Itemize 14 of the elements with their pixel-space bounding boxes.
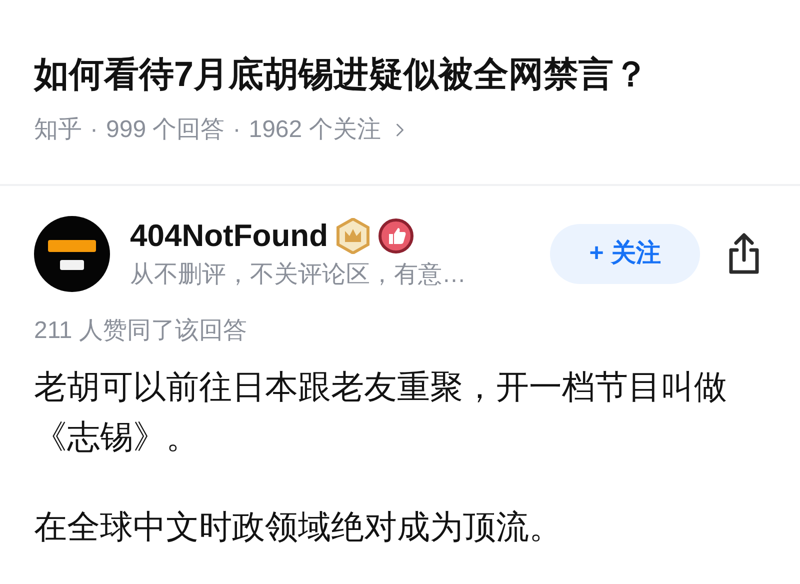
question-meta: 知乎: [34, 115, 82, 145]
crown-badge-icon: [336, 218, 370, 254]
vote-count: 211 人赞同了该回答: [34, 316, 248, 346]
author-name[interactable]: 404NotFound: [130, 216, 328, 256]
question-meta: 999 个回答: [106, 115, 225, 145]
follow-button[interactable]: + 关注: [550, 224, 700, 284]
answer-paragraph: 老胡可以前往日本跟老友重聚，开一档节目叫做《志锡》。: [34, 367, 728, 457]
answer-paragraph: 在全球中文时政领域绝对成为顶流。: [34, 507, 563, 547]
question-title: 如何看待7月底胡锡进疑似被全网禁言？: [34, 54, 650, 96]
question-meta: 1962 个关注: [248, 115, 381, 145]
author-bio: 从不删评，不关评论区，有意…: [130, 260, 467, 290]
thumbs-up-badge-icon: [378, 218, 414, 254]
question-meta: ·: [232, 115, 241, 145]
question-meta: ·: [90, 115, 98, 145]
